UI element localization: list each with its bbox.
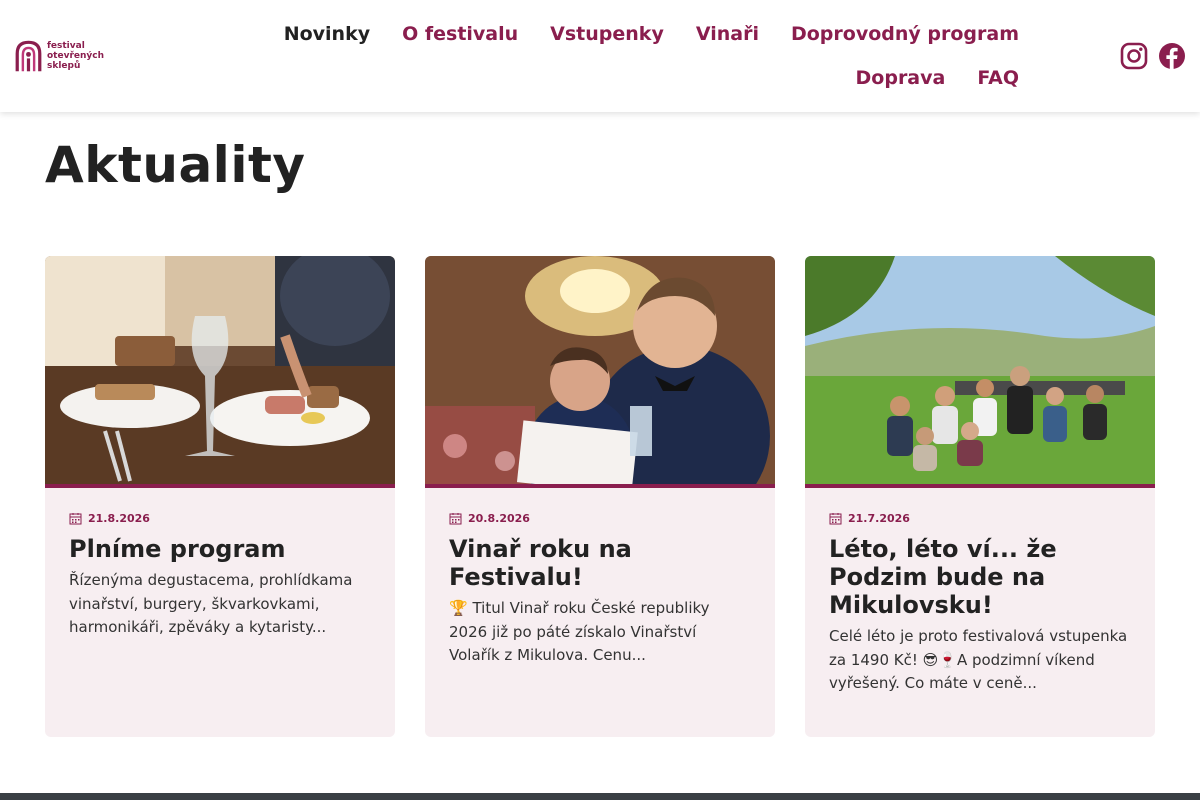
news-card-excerpt: Celé léto je proto festivalová vstupenka… — [829, 627, 1128, 692]
facebook-icon — [1159, 43, 1185, 69]
news-card-date-text: 21.8.2026 — [88, 512, 150, 525]
news-card-body: 20.8.2026 Vinař roku na Festivalu! 🏆 Tit… — [425, 488, 775, 668]
news-card-date: 21.7.2026 — [829, 512, 1131, 525]
news-card-title: Léto, léto ví... že Podzim bude na Mikul… — [829, 535, 1057, 619]
news-card-body: 21.8.2026 Plníme program Řízenýma degust… — [45, 488, 395, 640]
news-card[interactable]: 21.8.2026 Plníme program Řízenýma degust… — [45, 256, 395, 737]
footer-bar — [0, 793, 1200, 800]
site-logo[interactable]: festival otevřených sklepů — [14, 34, 104, 78]
news-card-image — [425, 256, 775, 488]
nav-item-doprava[interactable]: Doprava — [840, 56, 962, 100]
calendar-icon — [829, 513, 842, 525]
facebook-link[interactable] — [1158, 42, 1186, 70]
social-links — [1120, 42, 1186, 70]
nav-item-faq[interactable]: FAQ — [961, 56, 1035, 100]
logo-mark-icon — [15, 40, 42, 72]
news-card-image — [45, 256, 395, 488]
nav-item-o-festivalu[interactable]: O festivalu — [386, 12, 534, 56]
news-card-date: 20.8.2026 — [449, 512, 751, 525]
news-card-date-text: 21.7.2026 — [848, 512, 910, 525]
logo-line-2: otevřených — [46, 51, 104, 61]
instagram-link[interactable] — [1120, 42, 1148, 70]
nav-item-novinky[interactable]: Novinky — [268, 12, 386, 56]
news-card-title: Vinař roku na Festivalu! — [449, 535, 632, 591]
news-list: 21.8.2026 Plníme program Řízenýma degust… — [45, 256, 1155, 737]
news-card-excerpt: Řízenýma degustacema, prohlídkama vinařs… — [69, 571, 353, 636]
page-title: Aktuality — [45, 136, 306, 194]
site-header: festival otevřených sklepů Novinky O fes… — [0, 0, 1200, 112]
calendar-icon — [449, 513, 462, 525]
logo-line-1: festival — [46, 41, 85, 51]
logo-line-3: sklepů — [46, 61, 81, 71]
main-nav: Novinky O festivalu Vstupenky Vinaři Dop… — [180, 12, 1035, 100]
nav-item-vstupenky[interactable]: Vstupenky — [534, 12, 680, 56]
news-card-body: 21.7.2026 Léto, léto ví... že Podzim bud… — [805, 488, 1155, 696]
news-card[interactable]: 20.8.2026 Vinař roku na Festivalu! 🏆 Tit… — [425, 256, 775, 737]
news-card-title: Plníme program — [69, 535, 286, 563]
news-card[interactable]: 21.7.2026 Léto, léto ví... že Podzim bud… — [805, 256, 1155, 737]
news-card-date-text: 20.8.2026 — [468, 512, 530, 525]
logo-text: festival otevřených sklepů — [47, 41, 104, 71]
news-card-image — [805, 256, 1155, 488]
instagram-icon — [1120, 42, 1148, 70]
nav-item-vinari[interactable]: Vinaři — [680, 12, 775, 56]
nav-item-doprovodny-program[interactable]: Doprovodný program — [775, 12, 1035, 56]
calendar-icon — [69, 513, 82, 525]
news-card-date: 21.8.2026 — [69, 512, 371, 525]
news-card-excerpt: 🏆 Titul Vinař roku České republiky 2026 … — [449, 599, 710, 664]
